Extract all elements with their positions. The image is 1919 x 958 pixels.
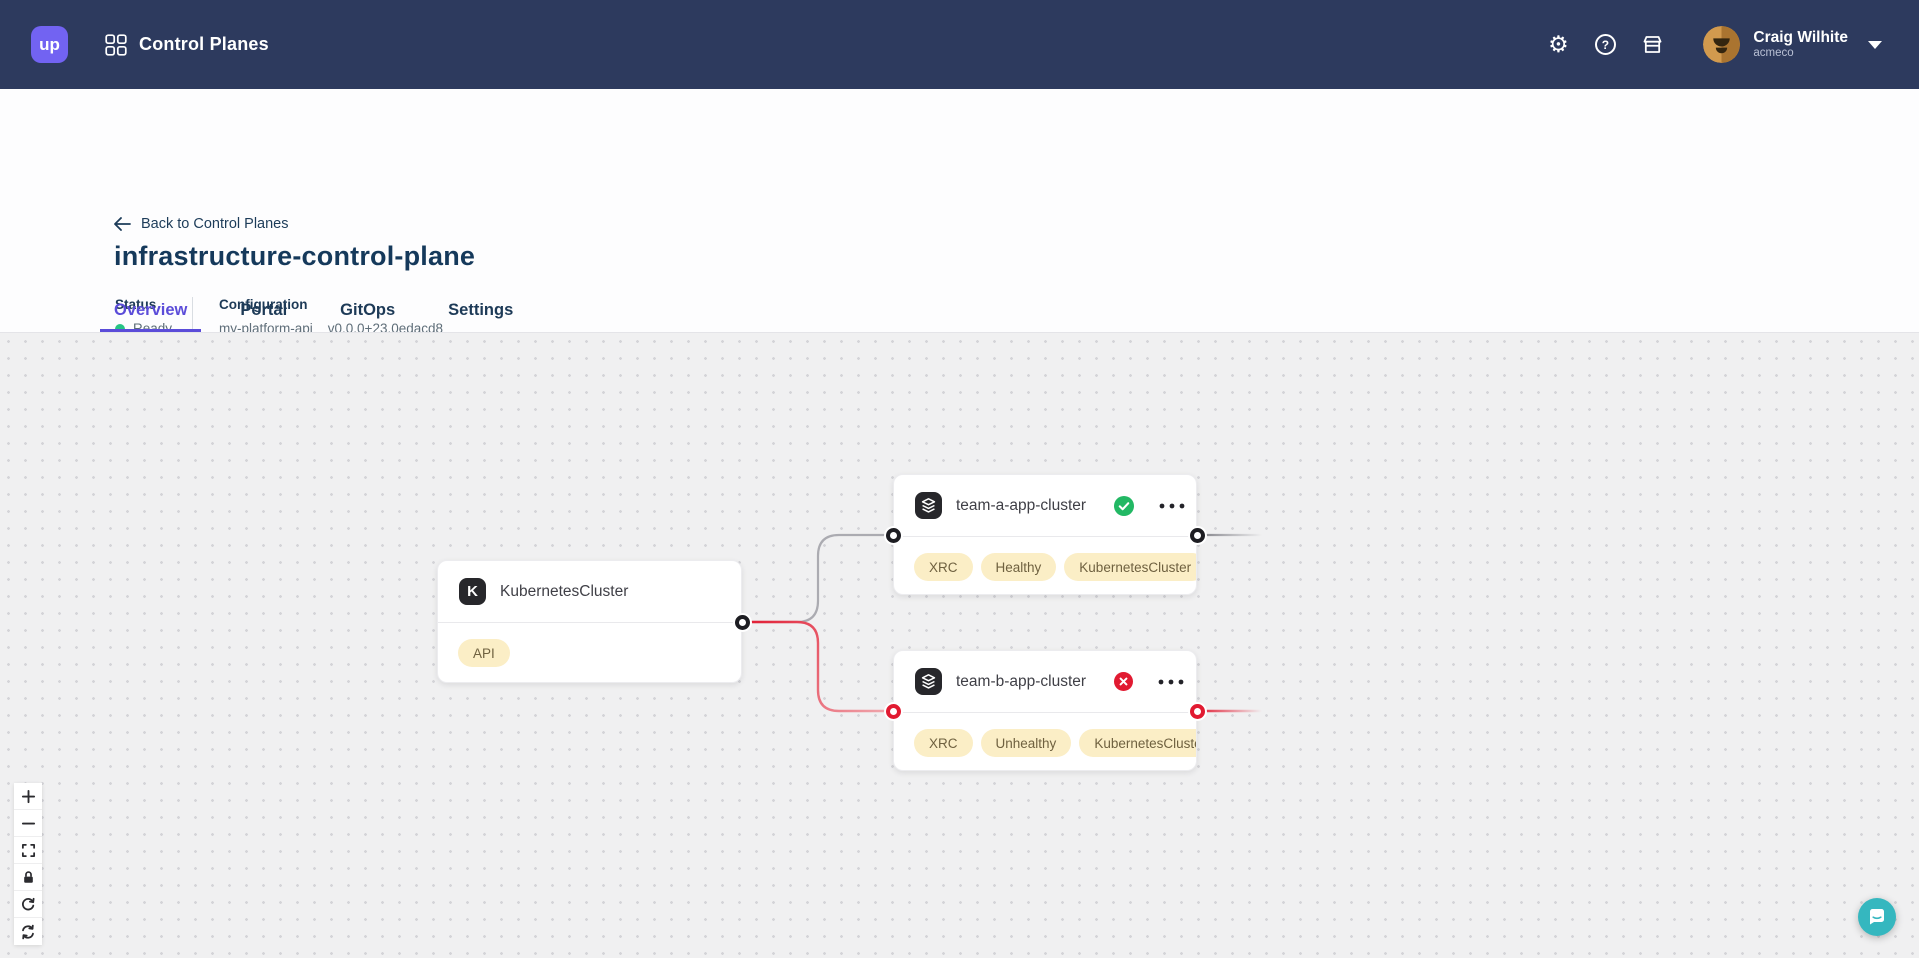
app-title: Control Planes — [139, 34, 269, 55]
badge-xrc: XRC — [914, 729, 973, 757]
node-menu-button[interactable] — [1159, 503, 1185, 509]
user-menu[interactable]: Craig Wilhite acmeco — [1753, 29, 1848, 60]
lock-button[interactable] — [14, 864, 42, 891]
page-header: Back to Control Planes infrastructure-co… — [0, 89, 1919, 332]
resource-graph-canvas[interactable]: K KubernetesCluster API team-a-app-clust… — [0, 332, 1919, 958]
edges-layer — [0, 333, 1919, 958]
tab-overview[interactable]: Overview — [100, 288, 201, 332]
tab-gitops[interactable]: GitOps — [326, 288, 409, 332]
user-name: Craig Wilhite — [1753, 29, 1848, 47]
zoom-out-button[interactable] — [14, 810, 42, 837]
badge-kubernetescluster: KubernetesCluster — [1064, 553, 1197, 581]
node-title: team-b-app-cluster — [956, 673, 1086, 691]
chat-launcher-button[interactable] — [1858, 898, 1896, 936]
node-kubernetescluster[interactable]: K KubernetesCluster API — [437, 560, 742, 683]
canvas-controls — [14, 783, 42, 945]
k8s-letter-icon: K — [459, 578, 486, 605]
node-title: KubernetesCluster — [500, 583, 628, 601]
tab-settings[interactable]: Settings — [434, 288, 527, 332]
help-icon[interactable]: ? — [1593, 33, 1617, 57]
unhealthy-x-icon — [1114, 672, 1133, 691]
back-to-control-planes-link[interactable]: Back to Control Planes — [113, 216, 289, 232]
node-team-b-app-cluster[interactable]: team-b-app-cluster XRC Unhealthy Kuberne… — [893, 650, 1197, 771]
refresh-sync-button[interactable] — [14, 918, 42, 945]
badge-kubernetescluster: KubernetesCluster — [1079, 729, 1197, 757]
tab-portal[interactable]: Portal — [226, 288, 301, 332]
upbound-logo[interactable]: up — [31, 26, 68, 63]
edge-k8s-to-team-a — [742, 535, 893, 622]
handle-team-b-source[interactable] — [1190, 704, 1205, 719]
marketplace-storefront-icon[interactable] — [1640, 33, 1664, 57]
chat-bubble-icon — [1867, 907, 1887, 927]
node-menu-button[interactable] — [1158, 679, 1184, 685]
badge-api: API — [458, 639, 510, 667]
rotate-button[interactable] — [14, 891, 42, 918]
user-avatar[interactable] — [1703, 26, 1740, 63]
node-title: team-a-app-cluster — [956, 497, 1086, 515]
grid-icon — [104, 33, 128, 57]
zoom-in-button[interactable] — [14, 783, 42, 810]
layers-icon — [915, 668, 942, 695]
node-team-a-app-cluster[interactable]: team-a-app-cluster XRC Healthy Kubernete… — [893, 474, 1197, 595]
handle-k8s-source[interactable] — [735, 615, 750, 630]
logo-text: up — [39, 35, 60, 55]
chevron-down-icon[interactable] — [1868, 41, 1882, 49]
handle-team-b-target[interactable] — [886, 704, 901, 719]
user-org: acmeco — [1753, 47, 1848, 60]
badge-healthy: Healthy — [981, 553, 1057, 581]
top-navbar: up Control Planes ⚙ ? — [0, 0, 1919, 89]
handle-team-a-target[interactable] — [886, 528, 901, 543]
settings-gear-icon[interactable]: ⚙ — [1546, 33, 1570, 57]
edge-k8s-to-team-b — [742, 622, 893, 711]
badge-unhealthy: Unhealthy — [981, 729, 1072, 757]
badge-xrc: XRC — [914, 553, 973, 581]
tab-bar: Overview Portal GitOps Settings — [100, 288, 552, 332]
healthy-check-icon — [1114, 496, 1134, 516]
handle-team-a-source[interactable] — [1190, 528, 1205, 543]
page-title: infrastructure-control-plane — [114, 241, 475, 272]
arrow-left-icon — [113, 216, 132, 232]
fit-view-button[interactable] — [14, 837, 42, 864]
back-link-label: Back to Control Planes — [141, 216, 289, 232]
layers-icon — [915, 492, 942, 519]
